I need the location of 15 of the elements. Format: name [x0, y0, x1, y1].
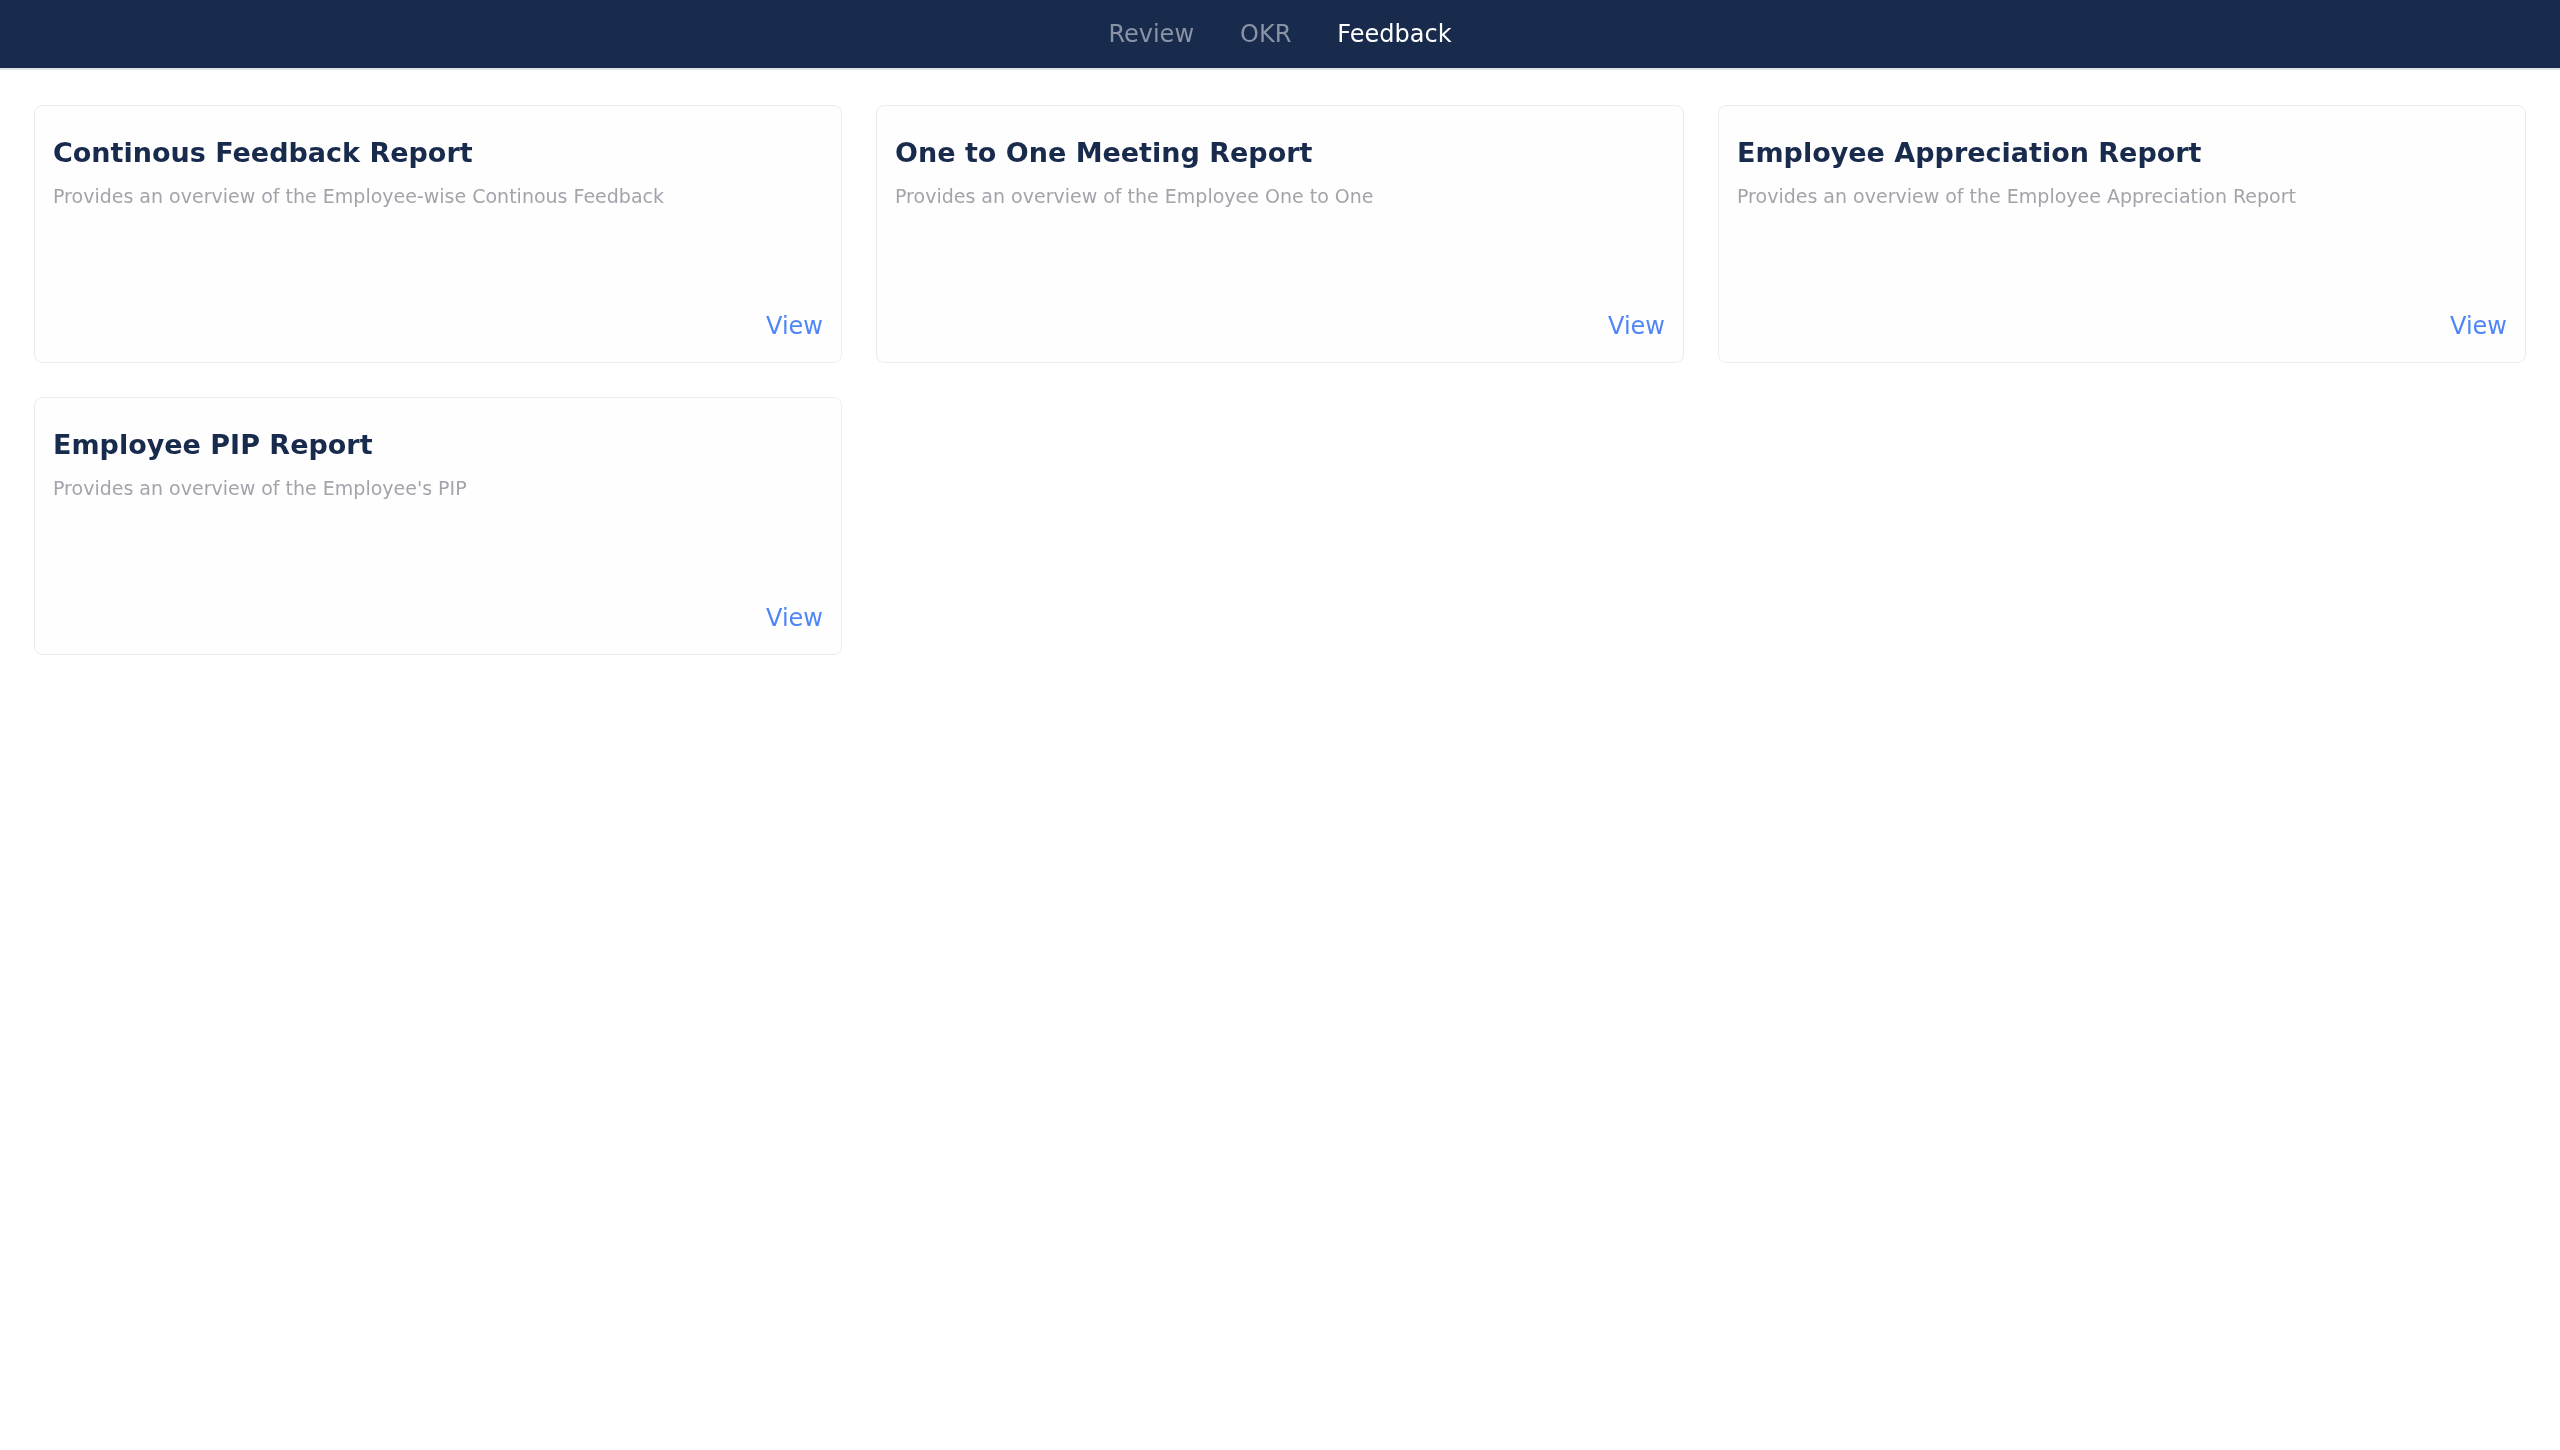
card-title: One to One Meeting Report [895, 136, 1314, 170]
card-title: Employee PIP Report [53, 428, 374, 462]
nav-tab[interactable]: Review [1108, 16, 1194, 52]
card-title: Employee Appreciation Report [1737, 136, 2203, 170]
nav-tab[interactable]: Feedback [1337, 16, 1452, 52]
nav-tab[interactable]: OKR [1240, 16, 1292, 52]
card-description: Provides an overview of the Employee-wise Continous Feedback [53, 183, 665, 209]
card-description: Provides an overview of the Employee's PIP [53, 475, 468, 501]
view-link[interactable]: View [2450, 308, 2507, 344]
view-link[interactable]: View [766, 600, 823, 636]
card-title: Continous Feedback Report [53, 136, 474, 170]
card-description: Provides an overview of the Employee One to One [895, 183, 1375, 209]
view-link[interactable]: View [1608, 308, 1665, 344]
card-description: Provides an overview of the Employee Appreciation Report [1737, 183, 2297, 209]
view-link[interactable]: View [766, 308, 823, 344]
